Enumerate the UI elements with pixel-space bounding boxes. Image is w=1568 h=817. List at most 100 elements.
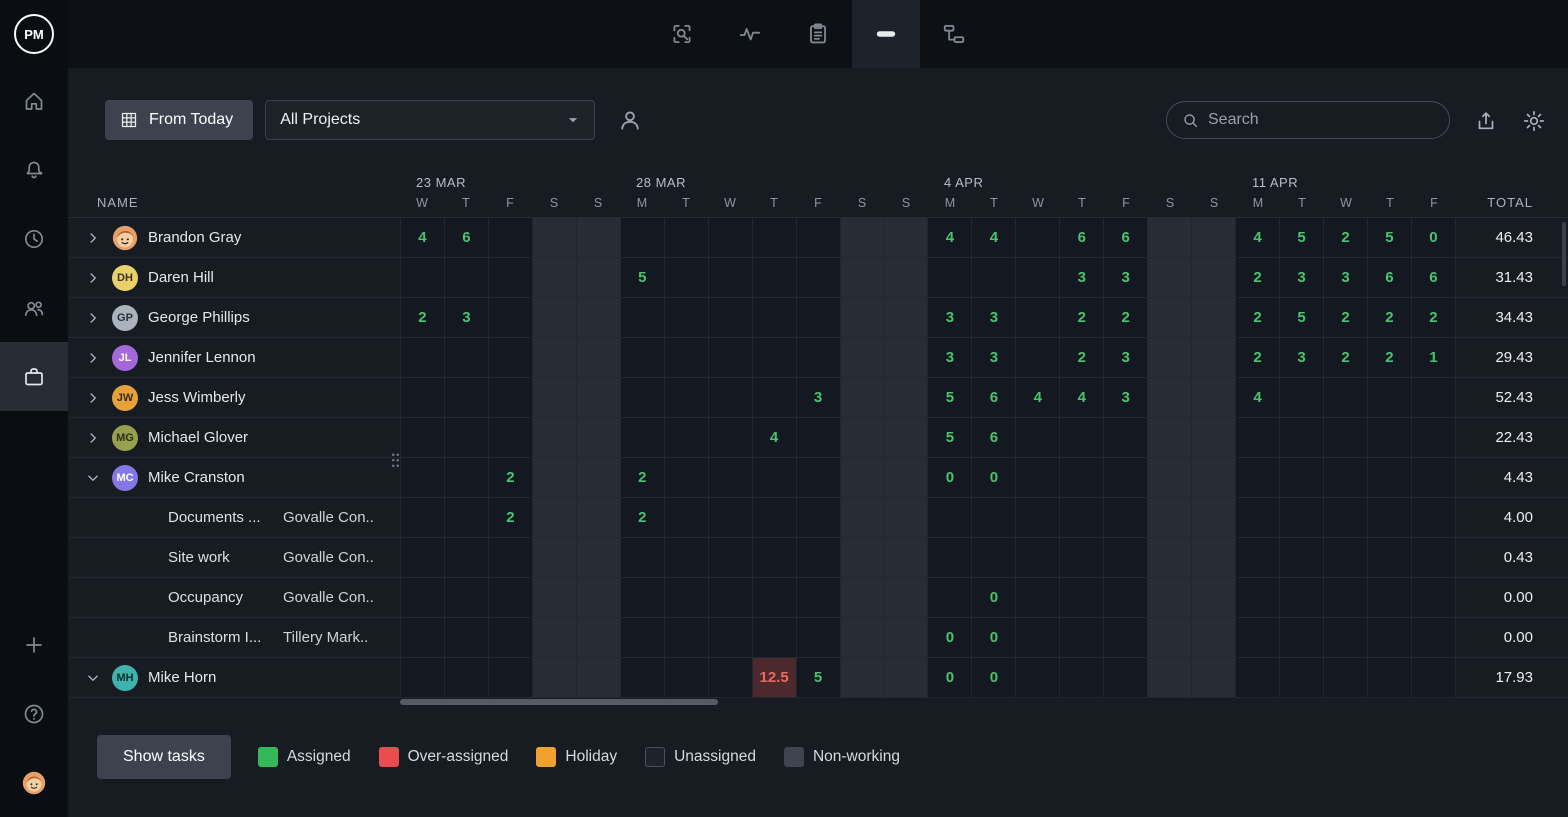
day-cell[interactable]	[489, 298, 533, 338]
day-cell[interactable]: 4	[972, 218, 1016, 258]
day-cell[interactable]	[753, 618, 797, 658]
day-cell[interactable]: 4	[1016, 378, 1060, 418]
day-cell[interactable]: 2	[1060, 298, 1104, 338]
day-cell[interactable]	[1060, 618, 1104, 658]
day-cell[interactable]	[489, 218, 533, 258]
day-cell[interactable]: 2	[621, 498, 665, 538]
day-cell[interactable]	[1016, 578, 1060, 618]
day-cell[interactable]	[709, 218, 753, 258]
day-cell[interactable]: 4	[1060, 378, 1104, 418]
day-cell[interactable]: 5	[797, 658, 841, 698]
day-cell[interactable]	[445, 378, 489, 418]
day-cell[interactable]	[489, 338, 533, 378]
day-cell[interactable]	[1412, 418, 1456, 458]
person-name-cell[interactable]: MCMike Cranston	[68, 458, 400, 498]
day-cell[interactable]	[928, 538, 972, 578]
day-cell[interactable]: 1	[1412, 338, 1456, 378]
day-cell[interactable]	[841, 658, 885, 698]
day-cell[interactable]	[1324, 498, 1368, 538]
day-cell[interactable]: 2	[1368, 298, 1412, 338]
day-cell[interactable]	[1104, 658, 1148, 698]
day-cell[interactable]	[1104, 538, 1148, 578]
day-cell[interactable]	[1412, 538, 1456, 578]
day-cell[interactable]	[753, 298, 797, 338]
chevron-collapsed-icon[interactable]	[84, 349, 102, 367]
day-cell[interactable]	[1148, 578, 1192, 618]
day-cell[interactable]	[533, 538, 577, 578]
day-cell[interactable]	[1016, 258, 1060, 298]
day-cell[interactable]: 3	[1324, 258, 1368, 298]
day-cell[interactable]	[1060, 498, 1104, 538]
day-cell[interactable]	[445, 498, 489, 538]
day-cell[interactable]	[1016, 658, 1060, 698]
day-cell[interactable]	[665, 578, 709, 618]
day-cell[interactable]	[533, 578, 577, 618]
person-name-cell[interactable]: Brandon Gray	[68, 218, 400, 258]
day-cell[interactable]	[533, 658, 577, 698]
day-cell[interactable]	[1148, 538, 1192, 578]
day-cell[interactable]	[1236, 418, 1280, 458]
day-cell[interactable]	[621, 538, 665, 578]
day-cell[interactable]	[533, 618, 577, 658]
day-cell[interactable]	[841, 538, 885, 578]
day-cell[interactable]	[1280, 658, 1324, 698]
day-cell[interactable]	[884, 218, 928, 258]
day-cell[interactable]	[577, 218, 621, 258]
day-cell[interactable]	[1280, 618, 1324, 658]
day-cell[interactable]	[1412, 378, 1456, 418]
day-cell[interactable]	[445, 418, 489, 458]
day-cell[interactable]	[1192, 218, 1236, 258]
day-cell[interactable]	[1412, 498, 1456, 538]
person-name-cell[interactable]: JWJess Wimberly	[68, 378, 400, 418]
day-cell[interactable]	[841, 498, 885, 538]
day-cell[interactable]: 3	[1104, 258, 1148, 298]
sidebar-item-bell[interactable]	[0, 135, 68, 204]
day-cell[interactable]	[577, 418, 621, 458]
day-cell[interactable]	[797, 418, 841, 458]
day-cell[interactable]	[621, 298, 665, 338]
day-cell[interactable]	[1236, 538, 1280, 578]
day-cell[interactable]	[753, 258, 797, 298]
day-cell[interactable]	[884, 338, 928, 378]
day-cell[interactable]	[489, 258, 533, 298]
day-cell[interactable]	[753, 378, 797, 418]
assignee-filter-icon[interactable]	[617, 107, 643, 133]
sidebar-item-help[interactable]	[0, 679, 68, 748]
day-cell[interactable]	[489, 418, 533, 458]
chevron-collapsed-icon[interactable]	[84, 309, 102, 327]
day-cell[interactable]	[1016, 338, 1060, 378]
day-cell[interactable]	[1016, 458, 1060, 498]
day-cell[interactable]	[972, 498, 1016, 538]
day-cell[interactable]	[1016, 418, 1060, 458]
person-name-cell[interactable]: JLJennifer Lennon	[68, 338, 400, 378]
day-cell[interactable]	[577, 298, 621, 338]
day-cell[interactable]	[1104, 418, 1148, 458]
day-cell[interactable]: 3	[1104, 338, 1148, 378]
day-cell[interactable]	[1192, 658, 1236, 698]
day-cell[interactable]	[1016, 538, 1060, 578]
day-cell[interactable]: 2	[1236, 298, 1280, 338]
day-cell[interactable]: 2	[1324, 338, 1368, 378]
day-cell[interactable]	[797, 578, 841, 618]
day-cell[interactable]	[1280, 498, 1324, 538]
person-name-cell[interactable]: GPGeorge Phillips	[68, 298, 400, 338]
day-cell[interactable]	[665, 658, 709, 698]
sidebar-item-home[interactable]	[0, 66, 68, 135]
chevron-collapsed-icon[interactable]	[84, 269, 102, 287]
day-cell[interactable]	[665, 338, 709, 378]
day-cell[interactable]	[1148, 218, 1192, 258]
sidebar-item-user-face[interactable]	[0, 748, 68, 817]
day-cell[interactable]: 2	[489, 458, 533, 498]
day-cell[interactable]	[621, 618, 665, 658]
day-cell[interactable]	[709, 298, 753, 338]
day-cell[interactable]: 0	[1412, 218, 1456, 258]
day-cell[interactable]	[1324, 378, 1368, 418]
day-cell[interactable]	[621, 218, 665, 258]
day-cell[interactable]	[841, 418, 885, 458]
day-cell[interactable]	[1148, 378, 1192, 418]
day-cell[interactable]	[621, 378, 665, 418]
day-cell[interactable]	[1192, 378, 1236, 418]
day-cell[interactable]	[1324, 578, 1368, 618]
day-cell[interactable]	[621, 658, 665, 698]
day-cell[interactable]	[841, 298, 885, 338]
